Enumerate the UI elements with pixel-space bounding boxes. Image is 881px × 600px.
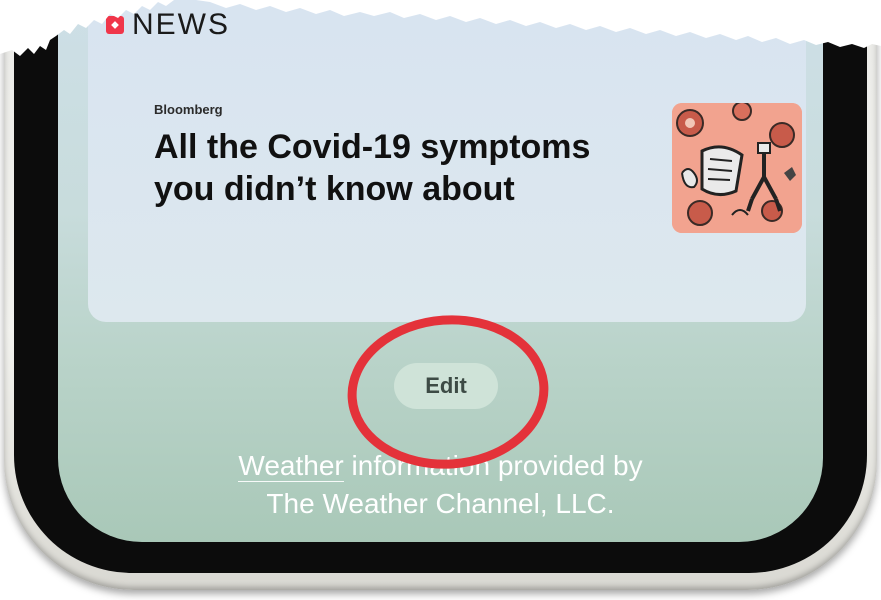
attribution-line-2: The Weather Channel, LLC. — [266, 488, 615, 519]
article-headline[interactable]: All the Covid-19 symptoms you didn’t kno… — [154, 126, 624, 210]
weather-link[interactable]: Weather — [238, 450, 344, 482]
headline-line-2: you didn’t know about — [154, 170, 515, 208]
screenshot-stage: NEWS Bloomberg All the Covid-19 symptoms… — [0, 0, 881, 600]
highlight-annotation-circle — [347, 315, 549, 469]
covid-illustration-thumbnail — [672, 103, 802, 233]
article-source: Bloomberg — [154, 102, 223, 117]
article-thumbnail[interactable] — [672, 103, 802, 233]
headline-line-1: All the Covid-19 symptoms — [154, 128, 591, 166]
torn-paper-edge — [0, 0, 881, 56]
